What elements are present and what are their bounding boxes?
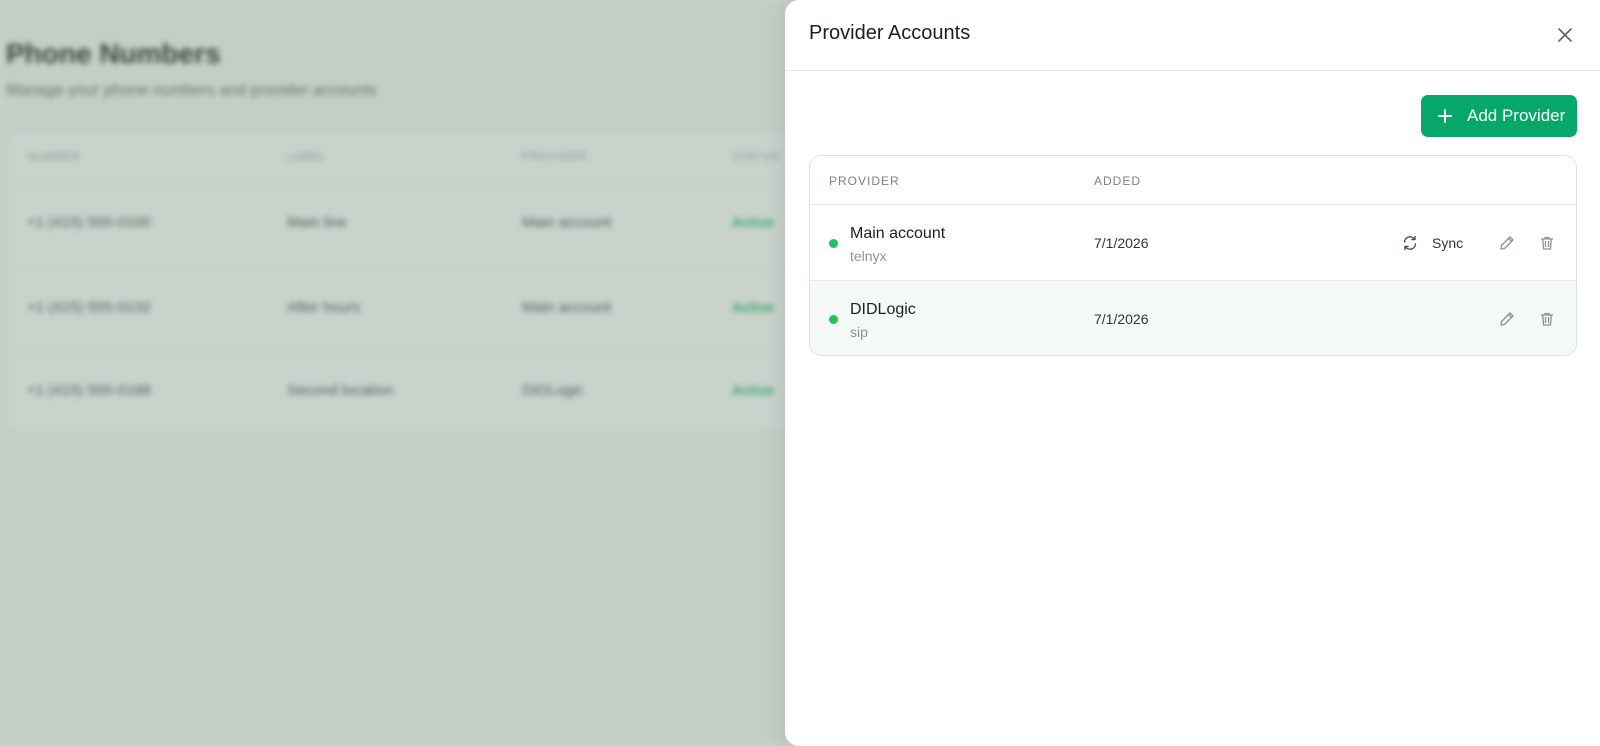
table-header: PROVIDER ADDED	[810, 156, 1576, 205]
table-row: DIDLogic sip 7/1/2026	[810, 281, 1576, 355]
sync-button[interactable]: Sync	[1402, 231, 1463, 255]
add-provider-label: Add Provider	[1467, 106, 1566, 125]
column-header-added: ADDED	[1094, 174, 1142, 188]
provider-type: telnyx	[850, 248, 887, 264]
provider-type: sip	[850, 324, 868, 340]
delete-button[interactable]	[1536, 308, 1558, 330]
provider-name: DIDLogic	[850, 301, 916, 318]
added-date: 7/1/2026	[1094, 311, 1149, 327]
pencil-icon	[1500, 236, 1514, 250]
refresh-icon	[1403, 235, 1417, 251]
delete-button[interactable]	[1536, 232, 1558, 254]
add-provider-button[interactable]: Add Provider	[1421, 95, 1577, 137]
pencil-icon	[1500, 312, 1514, 326]
sync-label: Sync	[1432, 235, 1464, 251]
edit-button[interactable]	[1496, 308, 1518, 330]
close-icon	[1558, 28, 1572, 42]
status-dot	[829, 315, 838, 324]
trash-icon	[1540, 236, 1554, 250]
column-header-provider: PROVIDER	[829, 174, 900, 188]
added-date: 7/1/2026	[1094, 235, 1149, 251]
provider-name: Main account	[850, 225, 946, 242]
trash-icon	[1540, 312, 1554, 326]
provider-accounts-drawer: Provider Accounts Add Provider PROVIDER …	[785, 0, 1600, 746]
edit-button[interactable]	[1496, 232, 1518, 254]
drawer-title: Provider Accounts	[809, 22, 971, 44]
status-dot	[829, 239, 838, 248]
provider-table: PROVIDER ADDED Main account telnyx 7/1/2…	[809, 155, 1577, 356]
table-row: Main account telnyx 7/1/2026 Sync	[810, 205, 1576, 281]
plus-icon	[1437, 108, 1453, 124]
drawer-header: Provider Accounts	[785, 0, 1600, 71]
close-button[interactable]	[1554, 24, 1576, 46]
